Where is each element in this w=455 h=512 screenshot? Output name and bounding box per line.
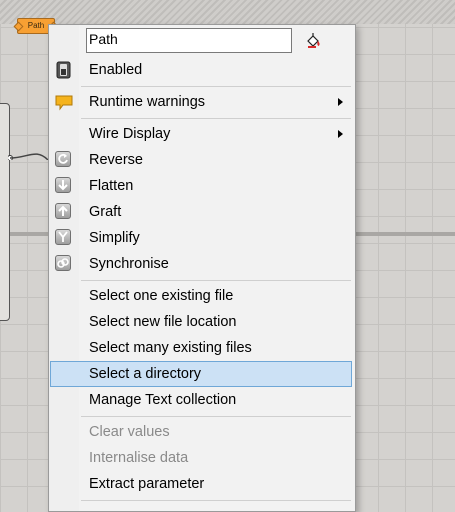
menu-item-wire-display[interactable]: Wire Display bbox=[49, 121, 353, 147]
menu-item-label: Select many existing files bbox=[89, 340, 252, 356]
menu-item-label: Flatten bbox=[89, 178, 134, 194]
enabled-toggle-icon bbox=[55, 61, 73, 79]
synchronise-icon bbox=[55, 255, 73, 273]
menu-item-select-new-file-location[interactable]: Select new file location bbox=[49, 309, 353, 335]
reverse-icon bbox=[55, 151, 73, 169]
menu-separator bbox=[81, 118, 351, 119]
menu-item-label: Wire Display bbox=[89, 126, 171, 142]
submenu-arrow-icon bbox=[338, 98, 343, 106]
submenu-arrow-icon bbox=[338, 130, 343, 138]
menu-item-reverse[interactable]: Reverse bbox=[49, 147, 353, 173]
flatten-icon bbox=[55, 177, 73, 195]
menu-item-runtime-warnings[interactable]: Runtime warnings bbox=[49, 89, 353, 115]
menu-item-label: Reverse bbox=[89, 152, 143, 168]
menu-item-label: Clear values bbox=[89, 424, 170, 440]
menu-item-manage-text-collection[interactable]: Manage Text collection bbox=[49, 387, 353, 413]
menu-item-synchronise[interactable]: Synchronise bbox=[49, 251, 353, 277]
graft-icon bbox=[55, 203, 73, 221]
menu-item-extract-parameter[interactable]: Extract parameter bbox=[49, 471, 353, 497]
menu-item-label: Internalise data bbox=[89, 450, 189, 466]
menu-item-label: Manage Text collection bbox=[89, 392, 237, 408]
context-menu: Path Enabled Runtime warnings Wire Displ bbox=[48, 24, 356, 512]
menu-item-label: Simplify bbox=[89, 230, 140, 246]
menu-separator bbox=[81, 500, 351, 501]
menu-item-clear-values: Clear values bbox=[49, 419, 353, 445]
menu-item-label: Enabled bbox=[89, 62, 143, 78]
name-field[interactable]: Path bbox=[86, 28, 292, 53]
menu-item-select-directory[interactable]: Select a directory bbox=[49, 361, 353, 387]
menu-item-enabled[interactable]: Enabled bbox=[49, 57, 353, 83]
menu-item-label: Select one existing file bbox=[89, 288, 234, 304]
menu-item-simplify[interactable]: Simplify bbox=[49, 225, 353, 251]
paint-bucket-icon[interactable] bbox=[305, 32, 323, 50]
menu-item-internalise-data: Internalise data bbox=[49, 445, 353, 471]
simplify-icon bbox=[55, 229, 73, 247]
menu-separator bbox=[81, 86, 351, 87]
menu-item-label: Extract parameter bbox=[89, 476, 205, 492]
menu-item-graft[interactable]: Graft bbox=[49, 199, 353, 225]
menu-item-label: Select new file location bbox=[89, 314, 237, 330]
menu-item-select-many-files[interactable]: Select many existing files bbox=[49, 335, 353, 361]
menu-item-label: Synchronise bbox=[89, 256, 169, 272]
menu-item-label: Graft bbox=[89, 204, 122, 220]
menu-item-flatten[interactable]: Flatten bbox=[49, 173, 353, 199]
param-chip-label: Path bbox=[27, 21, 45, 30]
menu-item-select-one-file[interactable]: Select one existing file bbox=[49, 283, 353, 309]
warning-bubble-icon bbox=[55, 93, 73, 111]
menu-separator bbox=[81, 280, 351, 281]
canvas-hatch-top bbox=[0, 0, 455, 24]
menu-item-label: Runtime warnings bbox=[89, 94, 206, 110]
menu-separator bbox=[81, 416, 351, 417]
menu-item-label: Select a directory bbox=[89, 366, 202, 382]
